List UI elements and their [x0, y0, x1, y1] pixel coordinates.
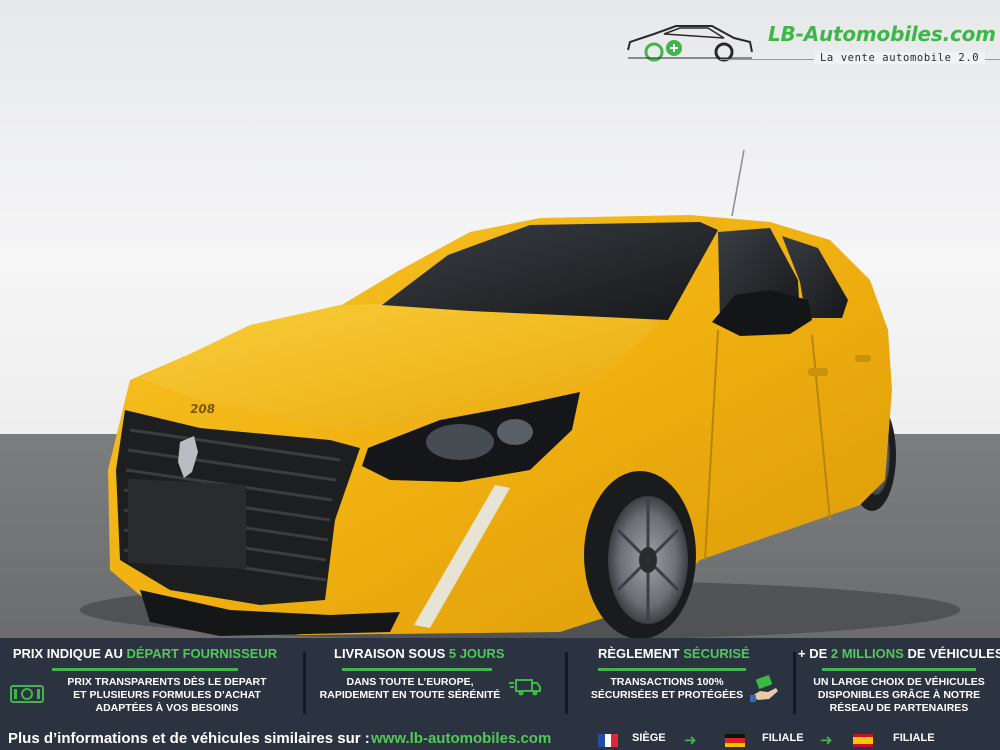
feature-text: DANS TOUTE L’EUROPE, RAPIDEMENT EN TOUTE…: [319, 676, 501, 701]
feature-title: RÈGLEMENT SÉCURISÉ: [598, 646, 750, 661]
delivery-truck-icon: [509, 679, 541, 696]
column-divider: [793, 652, 796, 714]
feature-selection: + DE 2 MILLIONS DE VÉHICULES UN LARGE CH…: [798, 638, 1000, 724]
feature-title: + DE 2 MILLIONS DE VÉHICULES: [798, 646, 1000, 661]
location-label: FILIALE: [893, 732, 935, 744]
website-link[interactable]: www.lb-automobiles.com: [371, 730, 551, 747]
brand-tagline: La vente automobile 2.0: [814, 52, 986, 64]
title-underline: [342, 668, 492, 671]
footer-bar: Plus d’informations et de véhicules simi…: [0, 729, 1000, 750]
feature-text: PRIX TRANSPARENTS DÈS LE DEPART ET PLUSI…: [67, 676, 267, 714]
brand-name: LB-Automobiles.com: [768, 22, 996, 46]
title-underline: [52, 668, 238, 671]
spain-flag-icon: [853, 734, 873, 747]
title-underline: [598, 668, 746, 671]
feature-title: PRIX INDIQUE AU DÉPART FOURNISSEUR: [12, 646, 278, 661]
brand-logo: LB-Automobiles.com La vente automobile 2…: [624, 18, 1000, 70]
vehicle-photo: 208 LB-Automobiles.com La vente automobi…: [0, 0, 1000, 638]
hand-payment-icon: [750, 675, 778, 702]
feature-delivery: LIVRAISON SOUS 5 JOURS DANS TOUTE L’EURO…: [312, 638, 564, 724]
car-illustration: [0, 0, 1000, 638]
feature-text: UN LARGE CHOIX DE VÉHICULES DISPONIBLES …: [813, 676, 985, 714]
feature-text: TRANSACTIONS 100% SÉCURISÉES ET PROTÉGÉE…: [590, 676, 744, 701]
car-outline-icon: [627, 25, 753, 62]
germany-flag-icon: [725, 734, 745, 747]
footer-text: Plus d’informations et de véhicules simi…: [8, 730, 370, 747]
france-flag-icon: [598, 734, 618, 747]
arrow-right-icon: ➜: [684, 731, 697, 749]
column-divider: [303, 652, 306, 714]
location-label: FILIALE: [762, 732, 804, 744]
model-badge: 208: [189, 402, 217, 416]
feature-payment: RÈGLEMENT SÉCURISÉ TRANSACTIONS 100% SÉC…: [574, 638, 792, 724]
location-label: SIÈGE: [632, 732, 666, 744]
info-panel: PRIX INDIQUE AU DÉPART FOURNISSEUR PRIX …: [0, 638, 1000, 750]
feature-price: PRIX INDIQUE AU DÉPART FOURNISSEUR PRIX …: [0, 638, 290, 724]
banknote-icon: [10, 685, 44, 703]
arrow-right-icon: ➜: [820, 731, 833, 749]
title-underline: [822, 668, 976, 671]
column-divider: [565, 652, 568, 714]
feature-title: LIVRAISON SOUS 5 JOURS: [334, 646, 505, 661]
